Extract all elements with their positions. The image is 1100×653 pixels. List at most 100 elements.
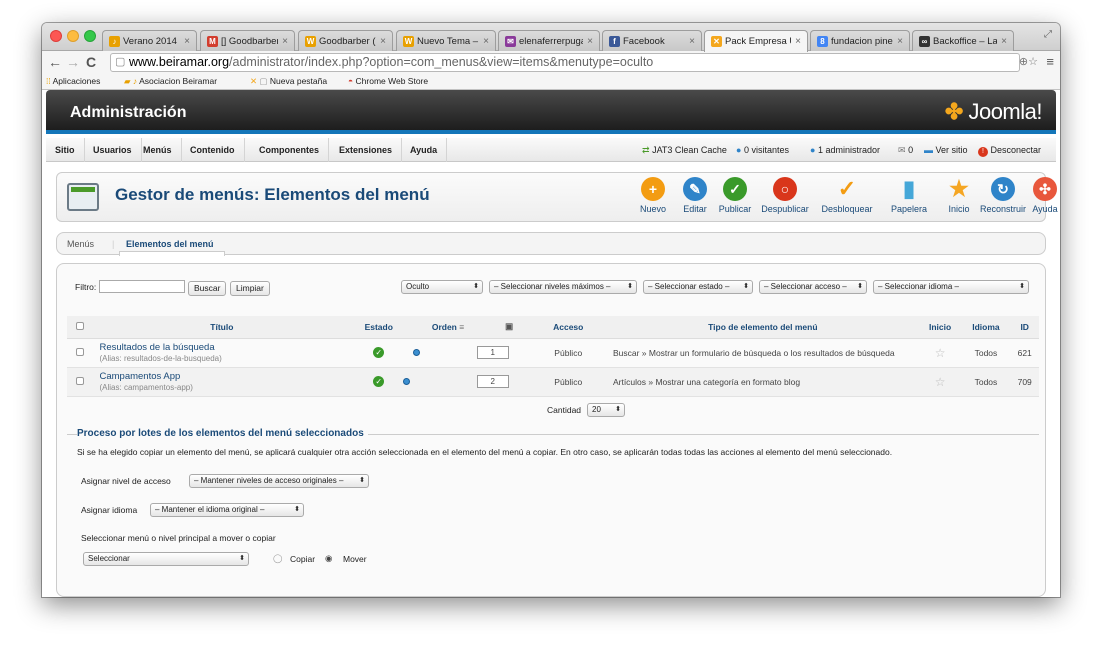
clear-button[interactable]: Limpiar: [230, 281, 270, 296]
batch-access-label: Asignar nivel de acceso: [81, 476, 171, 486]
batch-move-select[interactable]: Seleccionar ⬍: [83, 552, 249, 566]
bookmark-apps[interactable]: ⁞⁞ Aplicaciones: [46, 76, 100, 86]
url-domain: www.beiramar.org: [129, 55, 230, 69]
home-star-icon[interactable]: ☆: [935, 375, 946, 389]
browser-tab[interactable]: WGoodbarber (1/1 ×: [298, 30, 393, 51]
select-all-checkbox[interactable]: [76, 321, 85, 330]
language-cell: Todos: [961, 338, 1011, 368]
apps-grid-icon: ⁞⁞: [46, 76, 51, 86]
move-up-arrow-icon[interactable]: [403, 377, 411, 385]
menu-icon[interactable]: ≡: [1046, 54, 1054, 69]
tab-label: fundacion pineda: [831, 35, 893, 47]
close-window-button[interactable]: [50, 30, 62, 42]
col-state[interactable]: Estado: [350, 316, 408, 339]
browser-tab[interactable]: ✕Pack Empresa Ur ×: [704, 30, 808, 52]
language-select[interactable]: – Seleccionar idioma – ⬍: [873, 280, 1029, 294]
col-id[interactable]: ID: [1010, 316, 1039, 339]
max-levels-select[interactable]: – Seleccionar niveles máximos – ⬍: [489, 280, 637, 294]
close-tab-icon[interactable]: ×: [184, 36, 190, 47]
logout-link[interactable]: ! Desconectar: [978, 138, 1041, 162]
published-check-icon[interactable]: ✓: [373, 376, 385, 387]
col-home[interactable]: Inicio: [918, 316, 962, 339]
published-check-icon[interactable]: ✓: [373, 347, 385, 358]
forward-button[interactable]: →: [66, 54, 80, 70]
menubar-item-contenido[interactable]: Contenido: [181, 138, 245, 162]
messages-status[interactable]: ✉ 0: [898, 138, 913, 162]
move-down-arrow-icon[interactable]: [413, 348, 421, 356]
bookmark-chrome-store[interactable]: ◓ Chrome Web Store: [348, 76, 428, 86]
home-star-icon[interactable]: ☆: [935, 346, 946, 360]
type-cell: Artículos » Mostrar una categoría en for…: [606, 367, 919, 397]
col-save-order[interactable]: ▣: [488, 316, 530, 339]
minimize-window-button[interactable]: [67, 30, 79, 42]
col-language[interactable]: Idioma: [961, 316, 1011, 339]
submenu-menus[interactable]: Menús: [67, 239, 94, 249]
close-tab-icon[interactable]: ×: [282, 36, 288, 47]
order-input[interactable]: 2: [476, 375, 509, 388]
view-site-link[interactable]: ▬ Ver sitio: [924, 138, 968, 162]
copy-radio[interactable]: ◯: [273, 553, 283, 564]
col-order[interactable]: Orden ≡: [407, 316, 489, 339]
close-tab-icon[interactable]: ×: [1001, 36, 1007, 47]
col-type[interactable]: Tipo de elemento del menú: [606, 316, 919, 339]
item-title-link[interactable]: Resultados de la búsqueda: [99, 342, 350, 353]
zoom-window-button[interactable]: [84, 30, 96, 42]
message-icon: ✉: [898, 145, 906, 155]
batch-language-label: Asignar idioma: [81, 505, 138, 515]
close-tab-icon[interactable]: ×: [689, 36, 695, 47]
cache-icon: ⇄: [642, 145, 650, 155]
batch-legend: Proceso por lotes de los elementos del m…: [77, 428, 368, 439]
select-arrows-icon: ⬍: [857, 283, 863, 290]
col-access[interactable]: Acceso: [529, 316, 607, 339]
browser-tab[interactable]: 8fundacion pineda ×: [810, 30, 910, 51]
search-button[interactable]: Buscar: [188, 281, 227, 296]
close-tab-icon[interactable]: ×: [897, 36, 903, 47]
browser-tab[interactable]: WNuevo Tema – H ×: [396, 30, 496, 51]
submenu-menu-items[interactable]: Elementos del menú: [126, 239, 214, 249]
page-icon: ▢: [115, 56, 126, 68]
table-header-row: Título Estado Orden ≡ ▣ Acceso Tipo de e…: [67, 316, 1039, 339]
fullscreen-icon[interactable]: ⤢: [1044, 29, 1052, 40]
item-title-link[interactable]: Campamentos App: [99, 371, 350, 382]
access-select[interactable]: – Seleccionar acceso – ⬍: [759, 280, 867, 294]
move-radio[interactable]: ◉: [325, 553, 332, 564]
browser-tab[interactable]: ♪ Verano 2014 ×: [102, 30, 197, 51]
col-title[interactable]: Título: [93, 316, 351, 339]
bookmark-new-tab[interactable]: ✕ ▢ Nueva pestaña: [250, 76, 327, 87]
menubar-item-usuarios[interactable]: Usuarios: [84, 138, 142, 162]
toolbar-button-ayuda[interactable]: ✣ Ayuda: [1015, 177, 1060, 214]
url-path: /administrator/index.php?option=com_menu…: [229, 55, 654, 69]
state-select[interactable]: – Seleccionar estado – ⬍: [643, 280, 753, 294]
order-input[interactable]: 1: [476, 346, 509, 359]
browser-tab[interactable]: ✉ elenaferrerpuga ×: [498, 30, 600, 51]
close-tab-icon[interactable]: ×: [380, 36, 386, 47]
browser-tab[interactable]: f Facebook ×: [602, 30, 702, 51]
close-tab-icon[interactable]: ×: [587, 36, 593, 47]
browser-tab[interactable]: ∞ Backoffice – Las ×: [912, 30, 1014, 51]
reload-button[interactable]: C: [86, 54, 96, 70]
menubar-item-menús[interactable]: Menús: [134, 138, 182, 162]
menubar-item-ayuda[interactable]: Ayuda: [401, 138, 448, 162]
toolbar-button-desbloquear[interactable]: ✓ Desbloquear: [817, 177, 877, 215]
row-checkbox[interactable]: [76, 376, 85, 385]
batch-access-select[interactable]: – Mantener niveles de acceso originales …: [189, 474, 369, 488]
toolbar-button-despublicar[interactable]: ○ Despublicar: [755, 177, 815, 214]
menubar-item-componentes[interactable]: Componentes: [250, 138, 330, 162]
row-checkbox[interactable]: [76, 347, 85, 356]
limit-select[interactable]: 20 ⬍: [587, 403, 625, 417]
close-tab-icon[interactable]: ×: [795, 36, 801, 47]
menubar-item-sitio[interactable]: Sitio: [46, 138, 85, 162]
browser-tab[interactable]: M[] Goodbarber (P×: [200, 30, 295, 51]
batch-language-select[interactable]: – Mantener el idioma original – ⬍: [150, 503, 304, 517]
menu-select[interactable]: Oculto ⬍: [401, 280, 483, 294]
back-button[interactable]: ←: [48, 54, 62, 70]
url-bar[interactable]: ▢ www.beiramar.org/administrator/index.p…: [110, 53, 1020, 72]
joomla-icon: ✕: [711, 36, 722, 47]
bookmark-beiramar[interactable]: ▰ ♪ Asociacion Beiramar: [124, 76, 217, 87]
zoom-star-icon[interactable]: ⊕☆: [1019, 55, 1038, 68]
menubar-item-extensiones[interactable]: Extensiones: [330, 138, 403, 162]
monitor-icon: ▬: [924, 145, 933, 155]
close-tab-icon[interactable]: ×: [483, 36, 489, 47]
clean-cache-link[interactable]: ⇄ JAT3 Clean Cache: [642, 138, 727, 162]
filter-search-input[interactable]: [99, 280, 185, 293]
